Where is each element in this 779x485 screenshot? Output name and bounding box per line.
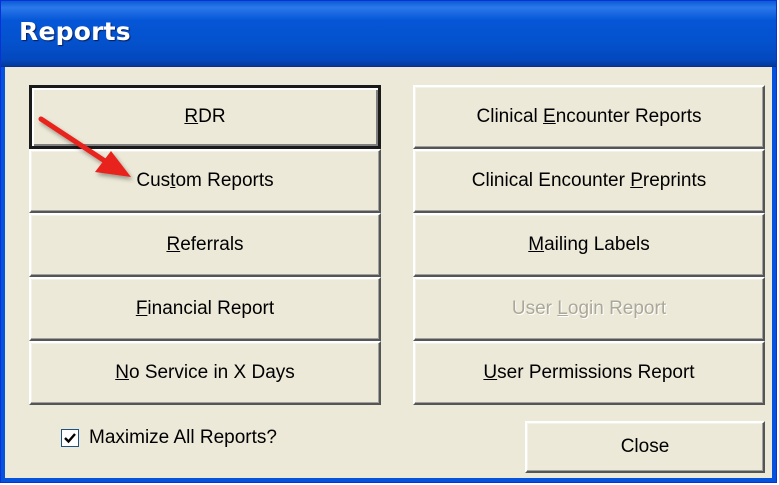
user-permissions-report-button[interactable]: User Permissions Report [413, 341, 765, 405]
no-service-button-label: No Service in X Days [115, 362, 295, 383]
close-button-label: Close [620, 436, 670, 457]
rdr-button[interactable]: RDR [29, 85, 381, 149]
clinical-encounter-preprints-button[interactable]: Clinical Encounter Preprints [413, 149, 765, 213]
clinical-encounter-preprints-label: Clinical Encounter Preprints [471, 170, 707, 191]
no-service-in-x-days-button[interactable]: No Service in X Days [29, 341, 381, 405]
title-bar[interactable]: Reports [1, 1, 776, 67]
clinical-encounter-reports-label: Clinical Encounter Reports [476, 106, 702, 127]
reports-window: Reports RDR Custom Reports Referrals Fin… [0, 0, 777, 483]
custom-reports-button-label: Custom Reports [136, 170, 274, 191]
maximize-all-reports-option[interactable]: Maximize All Reports? [61, 427, 277, 449]
referrals-button-label: Referrals [166, 234, 244, 255]
user-permissions-report-label: User Permissions Report [483, 362, 695, 383]
user-login-report-button: User Login Report [413, 277, 765, 341]
referrals-button[interactable]: Referrals [29, 213, 381, 277]
financial-report-button[interactable]: Financial Report [29, 277, 381, 341]
mailing-labels-label: Mailing Labels [528, 234, 650, 255]
user-login-report-label: User Login Report [511, 298, 667, 319]
clinical-encounter-reports-button[interactable]: Clinical Encounter Reports [413, 85, 765, 149]
financial-report-button-label: Financial Report [135, 298, 275, 319]
mailing-labels-button[interactable]: Mailing Labels [413, 213, 765, 277]
checkmark-icon [64, 433, 76, 444]
window-title: Reports [19, 17, 131, 46]
close-button[interactable]: Close [525, 421, 765, 473]
maximize-all-reports-label: Maximize All Reports? [89, 427, 277, 448]
maximize-all-reports-checkbox[interactable] [61, 429, 79, 447]
rdr-button-label: RDR [184, 106, 226, 127]
custom-reports-button[interactable]: Custom Reports [29, 149, 381, 213]
